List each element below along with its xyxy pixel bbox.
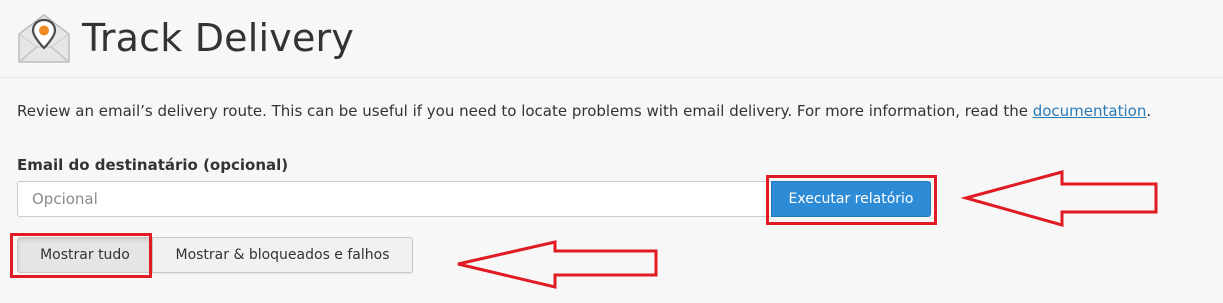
run-report-button[interactable]: Executar relatório: [771, 181, 931, 217]
description-trailing: .: [1146, 102, 1152, 120]
page-header: Track Delivery: [0, 0, 1223, 78]
recipient-email-label: Email do destinatário (opcional): [17, 156, 289, 174]
show-all-button[interactable]: Mostrar tudo: [17, 237, 153, 273]
envelope-location-pin-icon: [18, 14, 70, 63]
arrow-to-filter-buttons: [457, 240, 658, 289]
page-description: Review an email’s delivery route. This c…: [17, 100, 1151, 122]
arrow-to-run-button: [960, 170, 1158, 227]
recipient-email-input[interactable]: [17, 181, 770, 217]
show-blocked-failed-button[interactable]: Mostrar & bloqueados e falhos: [153, 237, 413, 273]
track-delivery-page: Track Delivery Review an email’s deliver…: [0, 0, 1223, 303]
header-divider: [0, 77, 1223, 78]
description-text: Review an email’s delivery route. This c…: [17, 102, 1033, 120]
documentation-link[interactable]: documentation: [1033, 102, 1147, 120]
filter-button-group: Mostrar tudo Mostrar & bloqueados e falh…: [17, 237, 413, 273]
page-title: Track Delivery: [82, 16, 355, 60]
